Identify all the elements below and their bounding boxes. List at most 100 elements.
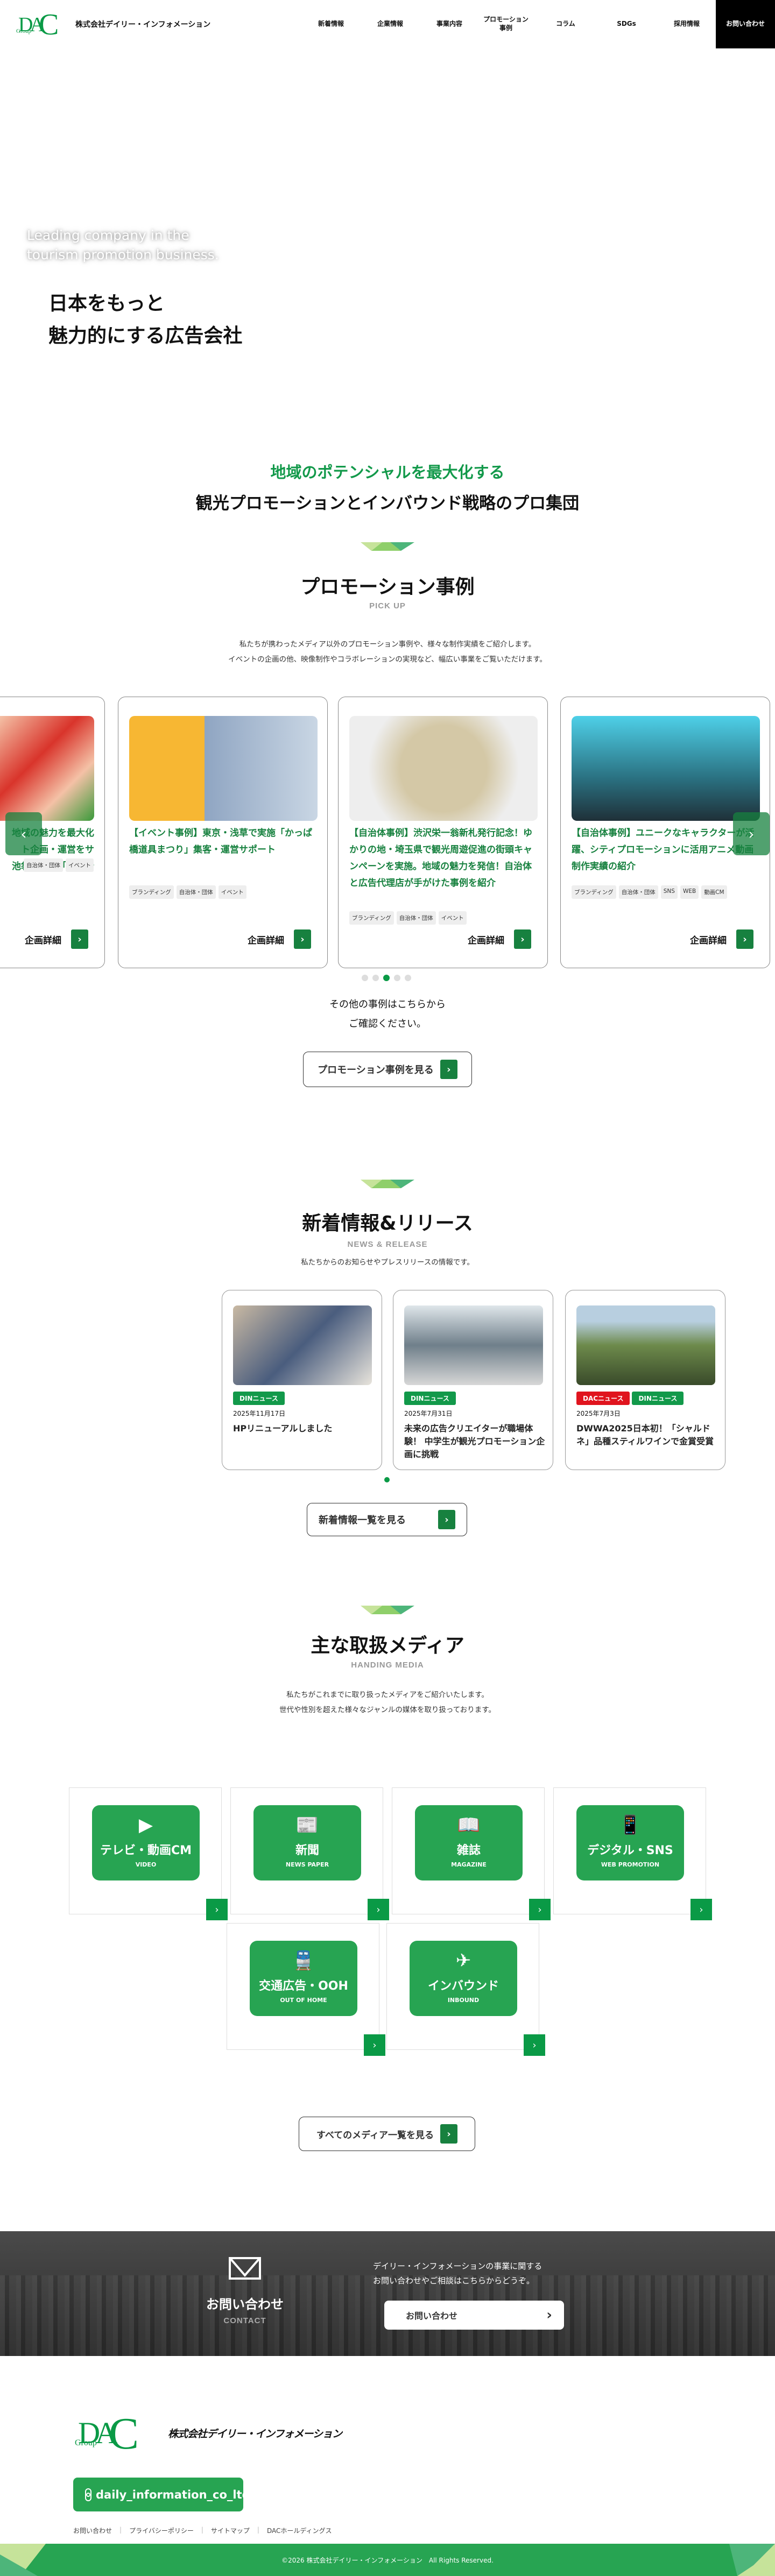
instagram-handle: daily_information_co_ltd [96,2488,250,2501]
link-divider: | [201,2526,203,2534]
news-title-link[interactable]: HPリニューアルしました [233,1422,374,1435]
media-tile: ✈ インバウンド INBOUND [410,1941,517,2016]
tag[interactable]: 自治体・団体 [618,885,658,899]
dac-group-logo[interactable]: DA C Group [15,8,65,41]
nav-item[interactable]: コラム [539,0,593,48]
nav-item[interactable]: 採用情報 [660,0,714,48]
media-card[interactable]: ▶ テレビ・動画CM VIDEO › [69,1787,228,1920]
contact-subtitle: CONTACT [223,2316,266,2325]
news-title: 新着情報&リリース [302,1212,473,1234]
news-date: 2025年11月17日 [233,1410,286,1417]
news-title-link[interactable]: DWWA2025日本初！「シャルドネ」品種スティルワインで金賞受賞 [576,1422,717,1448]
news-card[interactable]: DACニュース DINニュース 2025年7月3日 DWWA2025日本初！「シャ… [565,1290,725,1470]
pagination-dot[interactable] [362,975,368,981]
chevron-right-icon[interactable]: › [206,1899,228,1920]
logo-c: C [39,8,59,41]
hero-en-line: tourism promotion business. [27,247,219,262]
chevron-right-icon: › [546,2307,552,2323]
tag[interactable]: 自治体・団体 [24,858,63,872]
carousel-pagination [362,975,411,981]
nav-item[interactable]: 事業内容 [422,0,476,48]
tag[interactable]: ブランディング [572,885,616,899]
media-card[interactable]: 🚆 交通広告・OOH OUT OF HOME › [227,1923,385,2056]
footer-link[interactable]: サイトマップ [211,2526,250,2535]
nav-item[interactable]: プロモーション事例 [482,0,530,48]
tag[interactable]: SNS [660,885,678,899]
tag[interactable]: イベント [218,885,246,899]
section-triangle-decoration [361,1606,414,1614]
contact-button[interactable]: お問い合わせ › [384,2301,564,2330]
mail-icon [229,2257,261,2280]
chevron-right-icon[interactable]: › [691,1899,712,1920]
chevron-right-icon: › [748,825,755,843]
media-name-en: INBOUND [447,1997,480,2004]
tag[interactable]: ブランディング [129,885,174,899]
news-card[interactable]: DINニュース 2025年11月17日 HPリニューアルしました [222,1290,382,1470]
view-all-media-button[interactable]: すべてのメディア一覧を見る › [299,2117,475,2151]
nav-contact-button[interactable]: お問い合わせ [716,0,775,48]
desc-line: 私たちがこれまでに取り扱ったメディアをご紹介いたします。 [286,1691,489,1699]
card-detail-link[interactable]: 企画詳細 › [690,929,753,949]
logo-c: C [109,2409,139,2459]
instagram-button[interactable]: daily_information_co_ltd [73,2478,250,2511]
news-pagination-dot[interactable] [384,1477,390,1482]
promotion-card[interactable]: 【自治体事例】渋沢栄一翁新札発行記念！ゆかりの地・埼玉県で観光周遊促進の街頭キャ… [338,697,548,968]
contact-text-line: デイリー・インフォメーションの事業に関する [373,2261,542,2271]
news-category-badge: DINニュース [632,1392,684,1405]
nav-item[interactable]: 新着情報 [304,0,358,48]
instagram-icon [85,2488,91,2501]
chevron-right-icon[interactable]: › [524,2034,545,2056]
tag[interactable]: イベント [66,858,94,872]
tag[interactable]: WEB [680,885,699,899]
media-card[interactable]: ✈ インバウンド INBOUND › [386,1923,545,2056]
media-card[interactable]: 📰 新聞 NEWS PAPER › [230,1787,389,1920]
carousel-prev-button[interactable]: ‹ [5,812,42,855]
link-divider: | [257,2526,259,2534]
news-image [233,1305,372,1385]
view-promotions-button[interactable]: プロモーション事例を見る › [303,1052,472,1087]
news-card[interactable]: DINニュース 2025年7月31日 未来の広告クリエイターが職場体験！ 中学生… [393,1290,553,1470]
company-name[interactable]: 株式会社デイリー・インフォメーション [75,19,210,30]
chevron-right-icon[interactable]: › [368,1899,389,1920]
tag[interactable]: 自治体・団体 [396,911,436,925]
detail-label: 企画詳細 [25,935,61,946]
chevron-right-icon[interactable]: › [364,2034,385,2056]
media-tile: 📖 雑誌 MAGAZINE [415,1805,523,1880]
news-title-link[interactable]: 未来の広告クリエイターが職場体験！ 中学生が観光プロモーション企画に挑戦 [404,1422,545,1461]
hero-headline: 日本をもっと 魅力的にする広告会社 [48,288,242,352]
card-title[interactable]: 【イベント事例】東京・浅草で実施「かっぱ橋道具まつり」集客・運営サポート [129,825,319,858]
tag[interactable]: イベント [438,911,467,925]
media-card[interactable]: 📱 デジタル・SNS WEB PROMOTION › [553,1787,712,1920]
media-card[interactable]: 📖 雑誌 MAGAZINE › [392,1787,551,1920]
chevron-right-icon[interactable]: › [529,1899,551,1920]
tag[interactable]: 自治体・団体 [176,885,216,899]
media-tile: 📰 新聞 NEWS PAPER [253,1805,361,1880]
footer-link[interactable]: お問い合わせ [73,2526,112,2535]
card-detail-link[interactable]: 企画詳細 › [25,929,88,949]
media-name-en: MAGAZINE [451,1861,487,1868]
nav-item[interactable]: 企業情報 [363,0,417,48]
tag[interactable]: ブランディング [349,911,394,925]
promotion-card-image [572,716,760,821]
carousel-next-button[interactable]: › [733,812,770,855]
card-detail-link[interactable]: 企画詳細 › [248,929,311,949]
footer-link[interactable]: プライバシーポリシー [129,2526,194,2535]
newspaper-icon: 📰 [295,1814,319,1836]
footer-link[interactable]: DACホールディングス [267,2526,332,2535]
footer-copyright-bar: ©2026 株式会社デイリー・インフォメーション All Rights Rese… [0,2544,775,2576]
media-name-en: NEWS PAPER [285,1861,329,1868]
card-tags: ブランディング 自治体・団体 SNS WEB 動画CM [572,885,727,899]
tag[interactable]: 動画CM [701,885,727,899]
card-title[interactable]: 【自治体事例】渋沢栄一翁新札発行記念！ゆかりの地・埼玉県で観光周遊促進の街頭キャ… [349,825,539,892]
pagination-dot[interactable] [394,975,400,981]
pagination-dot[interactable] [383,975,390,981]
nav-item[interactable]: SDGs [600,0,653,48]
promotion-subtitle: PICK UP [369,601,406,611]
view-news-button[interactable]: 新着情報一覧を見る › [307,1503,467,1536]
promotion-card[interactable]: 【イベント事例】東京・浅草で実施「かっぱ橋道具まつり」集客・運営サポート ブラン… [118,697,328,968]
train-icon: 🚆 [292,1950,315,1971]
pagination-dot[interactable] [405,975,411,981]
pagination-dot[interactable] [372,975,379,981]
footer-dac-logo[interactable]: DA C Group [73,2409,149,2459]
card-detail-link[interactable]: 企画詳細 › [468,929,531,949]
